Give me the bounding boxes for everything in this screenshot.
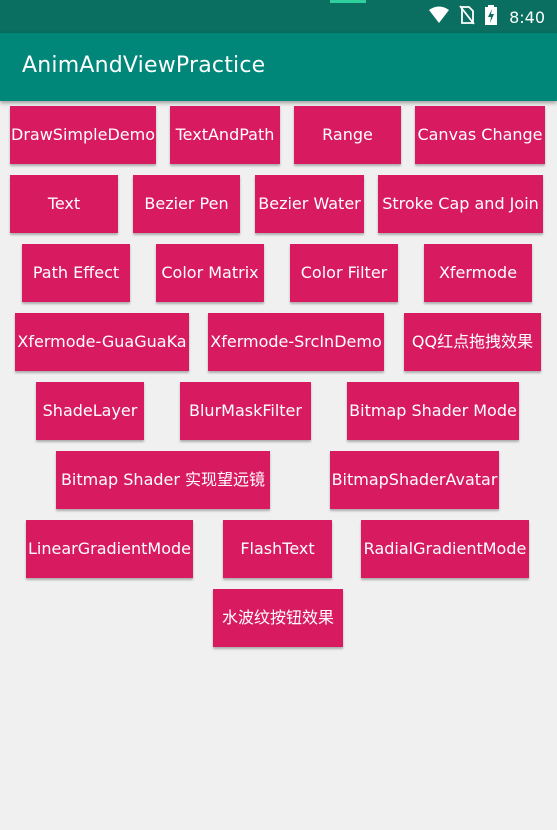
status-time: 8:40 bbox=[509, 7, 545, 27]
text-button[interactable]: Text bbox=[10, 175, 118, 233]
draw-simple-demo-button[interactable]: DrawSimpleDemo bbox=[10, 106, 156, 164]
xfermode-guaguaka-button[interactable]: Xfermode-GuaGuaKa bbox=[15, 313, 189, 371]
qq-red-dot-drag-button[interactable]: QQ红点拖拽效果 bbox=[404, 313, 541, 371]
path-effect-button[interactable]: Path Effect bbox=[22, 244, 130, 302]
color-filter-button[interactable]: Color Filter bbox=[290, 244, 398, 302]
status-bar: 8:40 bbox=[0, 0, 557, 33]
bitmap-shader-mode-button[interactable]: Bitmap Shader Mode bbox=[347, 382, 519, 440]
button-flow-layout: DrawSimpleDemo TextAndPath Range Canvas … bbox=[0, 101, 557, 830]
flash-text-button[interactable]: FlashText bbox=[223, 520, 332, 578]
battery-charging-icon bbox=[485, 5, 498, 29]
color-matrix-button[interactable]: Color Matrix bbox=[156, 244, 264, 302]
stroke-cap-and-join-button[interactable]: Stroke Cap and Join bbox=[378, 175, 543, 233]
bezier-water-button[interactable]: Bezier Water bbox=[255, 175, 364, 233]
wifi-icon bbox=[429, 6, 450, 28]
ripple-button-effect-button[interactable]: 水波纹按钮效果 bbox=[213, 589, 343, 647]
shade-layer-button[interactable]: ShadeLayer bbox=[36, 382, 144, 440]
canvas-change-button[interactable]: Canvas Change bbox=[415, 106, 545, 164]
xfermode-button[interactable]: Xfermode bbox=[424, 244, 532, 302]
status-icons: 8:40 bbox=[429, 5, 545, 29]
text-and-path-button[interactable]: TextAndPath bbox=[170, 106, 280, 164]
xfermode-srcindemo-button[interactable]: Xfermode-SrcInDemo bbox=[208, 313, 384, 371]
blur-mask-filter-button[interactable]: BlurMaskFilter bbox=[180, 382, 311, 440]
linear-gradient-mode-button[interactable]: LinearGradientMode bbox=[26, 520, 193, 578]
no-sim-icon bbox=[459, 5, 475, 29]
bezier-pen-button[interactable]: Bezier Pen bbox=[133, 175, 240, 233]
app-title: AnimAndViewPractice bbox=[22, 53, 266, 78]
bitmap-shader-telescope-button[interactable]: Bitmap Shader 实现望远镜 bbox=[56, 451, 270, 509]
status-accent-line bbox=[330, 0, 366, 3]
bitmap-shader-avatar-button[interactable]: BitmapShaderAvatar bbox=[330, 451, 499, 509]
range-button[interactable]: Range bbox=[294, 106, 401, 164]
app-bar: AnimAndViewPractice bbox=[0, 33, 557, 101]
radial-gradient-mode-button[interactable]: RadialGradientMode bbox=[361, 520, 529, 578]
